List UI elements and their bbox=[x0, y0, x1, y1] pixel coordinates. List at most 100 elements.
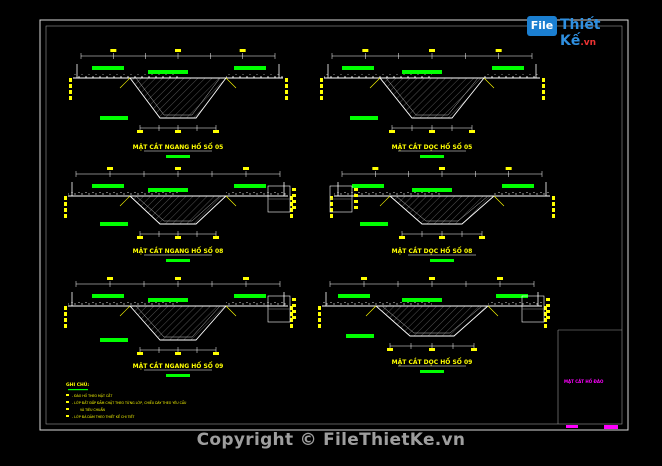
elevation-tag bbox=[318, 318, 321, 322]
elevation-tag bbox=[69, 78, 72, 82]
surface-gravel bbox=[324, 74, 432, 78]
dimension-label-tag bbox=[471, 348, 477, 351]
elevation-tag bbox=[64, 318, 67, 322]
callout-label bbox=[148, 70, 188, 74]
callout-label bbox=[338, 294, 370, 298]
surface-gravel bbox=[68, 302, 178, 306]
elevation-tag bbox=[542, 84, 545, 88]
elevation-tag bbox=[330, 196, 333, 200]
elevation-tag bbox=[542, 96, 545, 100]
callout-label bbox=[502, 184, 534, 188]
notes-title: GHI CHÚ: bbox=[66, 381, 89, 388]
callout-label bbox=[100, 222, 128, 226]
detail-tag bbox=[354, 188, 358, 191]
elevation-tag bbox=[552, 202, 555, 206]
elevation-tag bbox=[64, 214, 67, 218]
scale-bar bbox=[166, 259, 190, 262]
notes-line: - LỚP ĐÁ DĂM THEO THIẾT KẾ CHI TIẾT bbox=[72, 413, 134, 419]
callout-label bbox=[92, 66, 124, 70]
surface-gravel bbox=[322, 302, 432, 306]
detail-tag bbox=[292, 310, 296, 313]
elevation-tag bbox=[320, 90, 323, 94]
section-title-1-left: MẶT CẮT NGANG HỐ SỐ 05 bbox=[133, 143, 224, 151]
surface-gravel bbox=[334, 192, 442, 196]
leader-line bbox=[225, 77, 237, 89]
elevation-tag bbox=[552, 214, 555, 218]
pit-outline bbox=[388, 195, 496, 225]
elevation-tag bbox=[320, 78, 323, 82]
detail-tag bbox=[354, 194, 358, 197]
dimension-label-tag bbox=[137, 352, 143, 355]
callout-label bbox=[402, 298, 442, 302]
dimension-label-tag bbox=[175, 49, 181, 52]
scale-bar bbox=[166, 155, 190, 158]
callout-label bbox=[92, 184, 124, 188]
notes-bullet bbox=[66, 415, 69, 417]
section-title-2-left: MẶT CẮT NGANG HỐ SỐ 08 bbox=[133, 247, 224, 255]
dimension-label-tag bbox=[429, 130, 435, 133]
surface-gravel bbox=[68, 192, 178, 196]
leader-line bbox=[493, 195, 505, 207]
elevation-tag bbox=[318, 324, 321, 328]
callout-label bbox=[148, 298, 188, 302]
section-1-right bbox=[320, 49, 545, 158]
detail-tag bbox=[292, 188, 296, 191]
pit-outline bbox=[374, 305, 490, 337]
dimension-label-tag bbox=[107, 167, 113, 170]
detail-tag bbox=[292, 194, 296, 197]
callout-label bbox=[100, 116, 128, 120]
elevation-tag bbox=[69, 96, 72, 100]
scale-bar bbox=[430, 259, 454, 262]
dimension-label-tag bbox=[399, 236, 405, 239]
dimension-label-tag bbox=[243, 277, 249, 280]
dimension-label-tag bbox=[107, 277, 113, 280]
dimension-label-tag bbox=[239, 49, 246, 52]
dimension-label-tag bbox=[429, 277, 435, 280]
dimension-label-tag bbox=[213, 130, 219, 133]
leader-line bbox=[225, 195, 237, 207]
dimension-label-tag bbox=[213, 352, 219, 355]
detail-tag bbox=[292, 298, 296, 301]
elevation-tag bbox=[64, 312, 67, 316]
dimension-label-tag bbox=[497, 277, 503, 280]
surface-gravel bbox=[73, 74, 178, 78]
dimension-label-tag bbox=[361, 277, 367, 280]
callout-label bbox=[492, 66, 524, 70]
elevation-tag bbox=[330, 202, 333, 206]
section-title-2-right: MẶT CẮT DỌC HỐ SỐ 08 bbox=[392, 247, 473, 255]
scale-bar bbox=[166, 374, 190, 377]
notes-line: - ĐÀO HỐ THEO MẶT CẮT bbox=[72, 393, 112, 398]
leader-line bbox=[365, 305, 377, 317]
notes-line: VÀ TIÊU CHUẨN bbox=[80, 407, 106, 412]
callout-label bbox=[234, 184, 266, 188]
elevation-tag bbox=[330, 208, 333, 212]
detail-row2-mid bbox=[329, 185, 358, 213]
dimension-label-tag bbox=[505, 167, 512, 170]
copyright-watermark: Copyright © FileThietKe.vn bbox=[196, 430, 466, 450]
elevation-tag bbox=[64, 196, 67, 200]
detail-tag bbox=[354, 200, 358, 203]
callout-label bbox=[350, 116, 378, 120]
elevation-tag bbox=[64, 202, 67, 206]
detail-tag bbox=[292, 304, 296, 307]
detail-tag bbox=[292, 206, 296, 209]
detail-tag bbox=[354, 206, 358, 209]
dimension-label-tag bbox=[175, 130, 181, 133]
leader-line bbox=[369, 77, 381, 89]
detail-tag bbox=[546, 298, 550, 301]
detail-tag bbox=[546, 310, 550, 313]
cad-drawing-canvas: MẶT CẮT NGANG HỐ SỐ 05 MẶT CẮT DỌC HỐ SỐ… bbox=[39, 19, 629, 431]
dimension-label-tag bbox=[137, 236, 143, 239]
dimension-label-tag bbox=[243, 167, 249, 170]
surface-gravel bbox=[484, 74, 540, 78]
section-title-3-left: MẶT CẮT NGANG HỐ SỐ 09 bbox=[133, 362, 224, 370]
dimension-label-tag bbox=[389, 130, 395, 133]
scale-bar bbox=[420, 370, 444, 373]
callout-label bbox=[346, 334, 374, 338]
elevation-tag bbox=[285, 84, 288, 88]
dimension-label-tag bbox=[175, 352, 181, 355]
callout-label bbox=[234, 66, 266, 70]
detail-tag bbox=[292, 200, 296, 203]
surface-gravel bbox=[226, 192, 288, 196]
dimension-label-tag bbox=[175, 236, 181, 239]
